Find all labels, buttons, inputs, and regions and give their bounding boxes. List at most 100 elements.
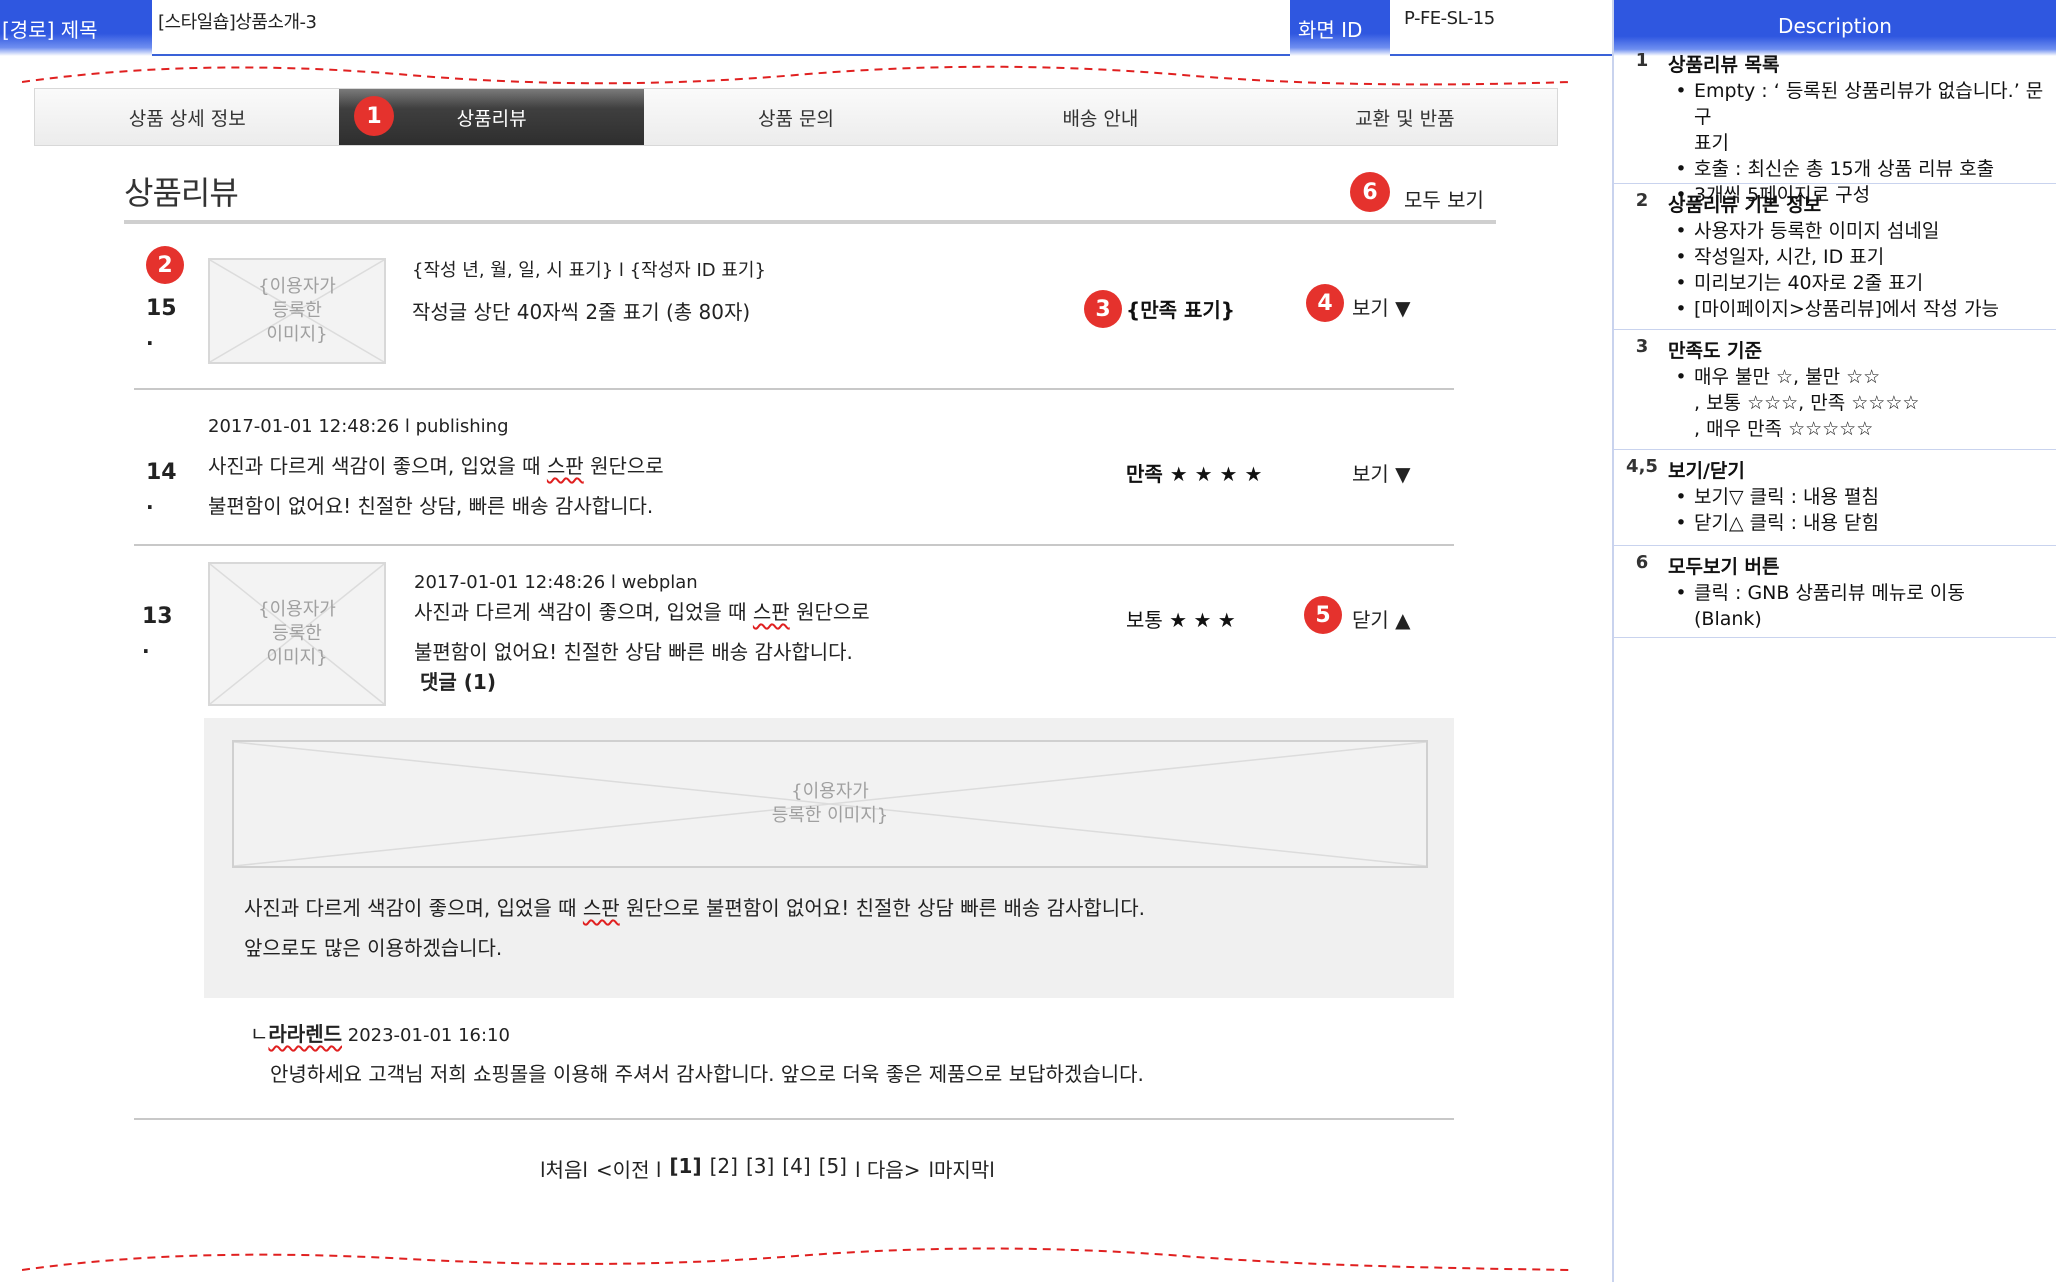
review-thumbnail[interactable]: {이용자가 등록한 이미지} [208, 562, 386, 706]
description-number: 6 [1635, 552, 1649, 573]
page-next[interactable]: l 다음> [855, 1154, 920, 1183]
description-section-6: 6 모두보기 버튼 • 클릭 : GNB 상품리뷰 메뉴로 이동 (Blank) [1614, 546, 2056, 638]
review-text-part: 사진과 다르게 색감이 좋으며, 입었을 때 [208, 454, 547, 478]
description-title: 모두보기 버튼 [1668, 556, 1780, 578]
screen-id-label: 화면 ID [1290, 0, 1390, 56]
description-text: 작성일자, 시간, ID 표기 [1694, 246, 1885, 268]
view-toggle-button[interactable]: 보기 ▼ [1352, 292, 1411, 321]
description-title: 만족도 기준 [1668, 340, 1763, 362]
tab-shipping-info[interactable]: 배송 안내 [948, 89, 1252, 145]
description-text: 보기▽ 클릭 : 내용 펼침 [1694, 486, 1880, 508]
bottom-cut-line [22, 1247, 1570, 1271]
tab-label: 상품 상세 정보 [128, 107, 246, 130]
description-bullet: • Empty : ‘ 등록된 상품리뷰가 없습니다.’ 문구 [1668, 78, 2054, 130]
description-section-1: 1 상품리뷰 목록 • Empty : ‘ 등록된 상품리뷰가 없습니다.’ 문구… [1614, 44, 2056, 206]
review-full-text: 사진과 다르게 색감이 좋으며, 입었을 때 스판 원단으로 불편함이 없어요!… [244, 892, 1145, 921]
description-number: 4,5 [1626, 456, 1658, 477]
review-thumbnail[interactable]: {이용자가 등록한 이미지} [208, 258, 386, 364]
description-number: 1 [1635, 50, 1649, 71]
description-text: [마이페이지>상품리뷰]에서 작성 가능 [1694, 298, 2000, 320]
description-text: 매우 불만 ☆, 불만 ☆☆ [1694, 366, 1881, 388]
review-preview-line: 작성글 상단 40자씩 2줄 표기 (총 80자) [412, 300, 751, 324]
review-text-part: 원단으로 불편함이 없어요! 친절한 상담 빠른 배송 감사합니다. [619, 896, 1145, 920]
review-preview-line: 사진과 다르게 색감이 좋으며, 입었을 때 스판 원단으로 [208, 450, 664, 479]
reply-datetime: 2023-01-01 16:10 [342, 1025, 510, 1046]
header-bar: [경로] 제목 [스타일숍]상품소개-3 화면 ID P-FE-SL-15 [0, 0, 1612, 56]
review-full-text: 앞으로도 많은 이용하겠습니다. [244, 936, 503, 960]
page-link[interactable]: [4] [782, 1154, 810, 1183]
reply-text: 안녕하세요 고객님 저희 쇼핑몰을 이용해 주셔서 감사합니다. 앞으로 더욱 … [270, 1062, 1144, 1086]
satisfaction-rating: 보통 ★ ★ ★ [1126, 608, 1236, 632]
description-title: 상품리뷰 목록 [1668, 54, 1780, 76]
comment-count[interactable]: 댓글 (1) [420, 666, 496, 695]
description-section-2: 2 상품리뷰 기본 정보 • 사용자가 등록한 이미지 섬네일 • 작성일자, 시간… [1614, 184, 2056, 330]
annotation-marker-4: 4 [1306, 284, 1344, 322]
description-continuation: , 매우 만족 ☆☆☆☆☆ [1694, 418, 1874, 440]
tab-product-detail[interactable]: 상품 상세 정보 [35, 89, 339, 145]
description-text: 호출 : 최신순 총 15개 상품 리뷰 호출 [1694, 158, 1995, 180]
page-first[interactable]: l처음l [540, 1154, 588, 1183]
review-text-part: 원단으로 [583, 454, 664, 478]
satisfaction-rating: 만족 ★ ★ ★ ★ [1126, 462, 1263, 486]
description-section-4-5: 4,5 보기/닫기 • 보기▽ 클릭 : 내용 펼침 • 닫기△ 클릭 : 내용 닫… [1614, 450, 2056, 546]
description-text: 닫기△ 클릭 : 내용 닫힘 [1694, 512, 1880, 534]
review-number-dot: . [142, 634, 150, 658]
review-text-part: 원단으로 [789, 600, 870, 624]
review-number: 15 [146, 296, 177, 321]
page-link[interactable]: [5] [819, 1154, 847, 1183]
review-text-part: 스판 [582, 896, 620, 920]
tab-exchange-return[interactable]: 교환 및 반품 [1253, 89, 1557, 145]
description-continuation: , 보통 ☆☆☆, 만족 ☆☆☆☆ [1694, 392, 1920, 414]
description-number: 2 [1635, 190, 1649, 211]
description-bullet: • 호출 : 최신순 총 15개 상품 리뷰 호출 [1675, 158, 1995, 180]
annotation-marker-2: 2 [146, 246, 184, 284]
page-last[interactable]: l마지막l [928, 1154, 994, 1183]
screen-id: P-FE-SL-15 [1404, 8, 1495, 29]
reply-prefix: ㄴ [250, 1022, 269, 1046]
review-number: 14 [146, 460, 177, 485]
pagination: l처음l <이전 l [1] [2] [3] [4] [5] l 다음> l마지… [540, 1154, 995, 1183]
satisfaction-rating: {만족 표기} [1126, 298, 1236, 322]
top-cut-line [22, 65, 1570, 86]
path-label: [경로] 제목 [0, 0, 152, 56]
page-link[interactable]: [1] [669, 1154, 701, 1183]
close-toggle-button[interactable]: 닫기 ▲ [1352, 604, 1411, 633]
image-placeholder-text: {이용자가 등록한 이미지} [771, 781, 889, 826]
row-divider [134, 1118, 1454, 1120]
section-title: 상품리뷰 [124, 174, 239, 212]
review-meta: 2017-01-01 12:48:26 l publishing [208, 416, 509, 437]
annotation-marker-6: 6 [1350, 172, 1390, 212]
description-continuation: (Blank) [1694, 608, 1762, 630]
page-link[interactable]: [2] [710, 1154, 738, 1183]
description-bullet: • [마이페이지>상품리뷰]에서 작성 가능 [1675, 298, 2000, 320]
annotation-marker-1: 1 [354, 96, 394, 136]
description-bullet: • 미리보기는 40자로 2줄 표기 [1675, 272, 1924, 294]
review-meta: 2017-01-01 12:48:26 l webplan [414, 572, 698, 593]
page-prev[interactable]: <이전 l [596, 1154, 661, 1183]
description-items: • 클릭 : GNB 상품리뷰 메뉴로 이동 (Blank) [1668, 580, 2054, 632]
view-all-button[interactable]: 모두 보기 [1404, 184, 1484, 213]
review-text-part: 스판 [752, 600, 790, 624]
description-bullet: • 매우 불만 ☆, 불만 ☆☆ [1675, 366, 1881, 388]
review-number-dot: . [146, 490, 154, 514]
annotation-marker-5: 5 [1304, 596, 1342, 634]
review-preview-line: 사진과 다르게 색감이 좋으며, 입었을 때 스판 원단으로 [414, 596, 870, 625]
review-preview-line: 불편함이 없어요! 친절한 상담 빠른 배송 감사합니다. [414, 640, 853, 664]
row-divider [134, 544, 1454, 546]
reply-author: 라라렌드 [268, 1022, 343, 1046]
description-text: 사용자가 등록한 이미지 섬네일 [1694, 220, 1940, 242]
description-items: • 사용자가 등록한 이미지 섬네일 • 작성일자, 시간, ID 표기 • 미리보기… [1668, 218, 2054, 322]
thumbnail-placeholder-text: {이용자가 등록한 이미지} [258, 599, 336, 668]
view-toggle-button[interactable]: 보기 ▼ [1352, 458, 1411, 487]
description-title: 상품리뷰 기본 정보 [1668, 194, 1822, 216]
description-bullet: • 클릭 : GNB 상품리뷰 메뉴로 이동 [1675, 582, 1965, 604]
review-meta: {작성 년, 월, 일, 시 표기} l {작성자 ID 표기} [412, 260, 766, 281]
tab-product-inquiry[interactable]: 상품 문의 [644, 89, 948, 145]
section-divider [124, 220, 1496, 224]
page-link[interactable]: [3] [746, 1154, 774, 1183]
description-number: 3 [1635, 336, 1649, 357]
product-tab-bar: 상품 상세 정보 상품리뷰 상품 문의 배송 안내 교환 및 반품 [34, 88, 1558, 146]
description-text: 미리보기는 40자로 2줄 표기 [1694, 272, 1924, 294]
review-full-image[interactable]: {이용자가 등록한 이미지} [232, 740, 1428, 868]
review-text-part: 사진과 다르게 색감이 좋으며, 입었을 때 [414, 600, 753, 624]
